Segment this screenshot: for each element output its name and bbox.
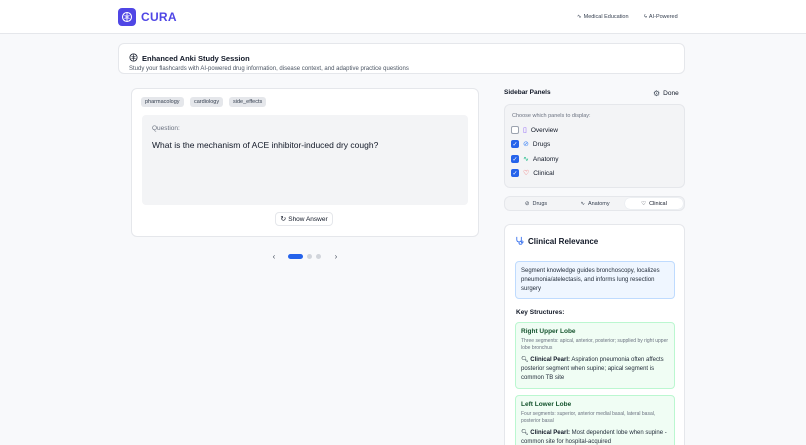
question-text: What is the mechanism of ACE inhibitor-i… [152, 140, 379, 150]
tag-pharmacology[interactable]: pharmacology [141, 97, 184, 107]
top-bar: CURA ∿ Medical Education ϟ AI-Powered [0, 0, 806, 34]
pagination-dot-active[interactable] [288, 254, 303, 259]
structure-name: Left Lower Lobe [521, 401, 572, 408]
brain-icon [129, 53, 138, 64]
done-button[interactable]: ⚙ Done [648, 87, 685, 100]
pagination-dot[interactable] [307, 254, 312, 259]
question-label: Question: [152, 125, 180, 132]
clinical-relevance-card: Clinical Relevance Segment knowledge gui… [504, 224, 685, 445]
next-card-button[interactable]: › [331, 251, 341, 261]
stethoscope-icon [515, 236, 524, 247]
panel-chooser: Choose which panels to display: ▯ Overvi… [504, 104, 685, 188]
badge-medical-education: ∿ Medical Education [577, 14, 629, 20]
sparkle-icon: ϟ [644, 14, 647, 20]
overview-checkbox[interactable] [511, 126, 519, 134]
clinical-checkbox[interactable]: ✓ [511, 169, 519, 177]
sidebar-panels-title: Sidebar Panels [504, 89, 551, 96]
rotate-icon: ↻ [280, 216, 287, 223]
question-box: Question: What is the mechanism of ACE i… [142, 115, 468, 205]
tag-cardiology[interactable]: cardiology [190, 97, 224, 107]
session-subtitle: Study your flashcards with AI-powered dr… [129, 66, 409, 72]
clinical-description: Segment knowledge guides bronchoscopy, l… [515, 261, 675, 299]
anatomy-checkbox[interactable]: ✓ [511, 155, 519, 163]
tab-anatomy[interactable]: ∿ Anatomy [566, 198, 624, 209]
stethoscope-icon: ♡ [641, 200, 647, 207]
prev-card-button[interactable]: ‹ [269, 251, 279, 261]
brand-name[interactable]: CURA [141, 10, 177, 24]
panel-option-overview[interactable]: ▯ Overview [511, 125, 558, 135]
clinical-pearl: 🔍︎ Clinical Pearl: Most dependent lobe w… [521, 430, 667, 445]
pagination-dot[interactable] [316, 254, 321, 259]
tab-clinical[interactable]: ♡ Clinical [625, 198, 683, 209]
activity-icon: ∿ [523, 156, 529, 163]
structure-description: Three segments: apical, anterior, poster… [521, 338, 669, 351]
show-answer-button[interactable]: ↻ Show Answer [275, 212, 333, 226]
pill-icon: ⊘ [523, 141, 529, 148]
structure-card: Right Upper Lobe Three segments: apical,… [515, 322, 675, 389]
tag-side-effects[interactable]: side_effects [229, 97, 267, 107]
clinical-pearl: 🔍︎ Clinical Pearl: Aspiration pneumonia … [521, 357, 664, 381]
activity-icon: ∿ [580, 200, 585, 207]
key-structures-label: Key Structures: [516, 309, 565, 316]
drugs-checkbox[interactable]: ✓ [511, 140, 519, 148]
panel-tabs: ⊘ Drugs ∿ Anatomy ♡ Clinical [504, 196, 685, 211]
search-icon: 🔍︎ [521, 357, 529, 363]
panel-chooser-label: Choose which panels to display: [512, 113, 591, 119]
pill-icon: ⊘ [524, 200, 530, 207]
gear-icon: ⚙ [653, 89, 661, 98]
book-icon: ▯ [523, 127, 527, 134]
brain-icon[interactable] [118, 8, 136, 26]
badge-ai-powered: ϟ AI-Powered [644, 14, 678, 20]
panel-option-drugs[interactable]: ✓ ⊘ Drugs [511, 139, 550, 149]
panel-option-anatomy[interactable]: ✓ ∿ Anatomy [511, 154, 559, 164]
session-title: Enhanced Anki Study Session [142, 54, 250, 63]
stethoscope-icon: ♡ [523, 170, 530, 177]
clinical-title: Clinical Relevance [528, 237, 599, 246]
tab-drugs[interactable]: ⊘ Drugs [507, 198, 565, 209]
structure-name: Right Upper Lobe [521, 328, 576, 335]
structure-description: Four segments: superior, anterior medial… [521, 411, 656, 424]
structure-card: Left Lower Lobe Four segments: superior,… [515, 395, 675, 445]
activity-icon: ∿ [577, 14, 582, 20]
session-header-card: Enhanced Anki Study Session Study your f… [118, 43, 685, 74]
panel-option-clinical[interactable]: ✓ ♡ Clinical [511, 168, 554, 178]
search-icon: 🔍︎ [521, 430, 529, 436]
